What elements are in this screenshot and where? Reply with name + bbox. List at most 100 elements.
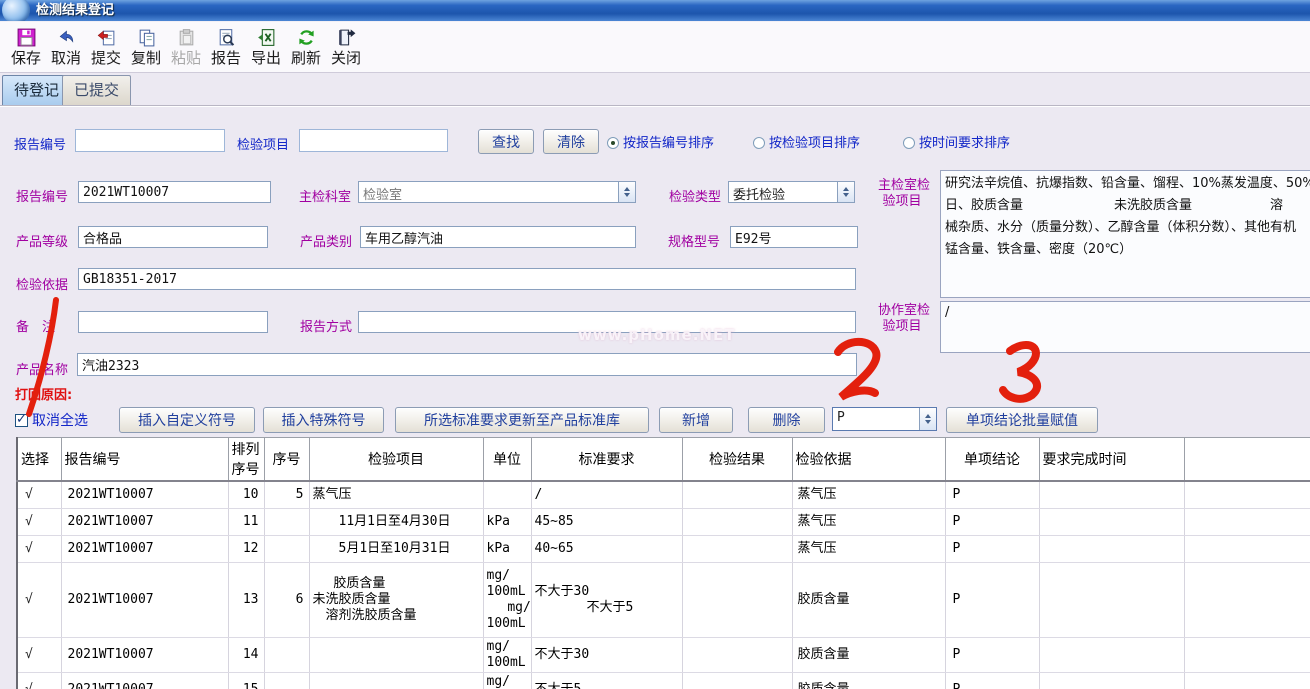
col-std[interactable]: 标准要求 [531,438,682,482]
uncheck-all-checkbox[interactable]: 取消全选 [15,410,88,430]
col-select[interactable]: 选择 [17,438,61,482]
cell-result[interactable] [682,672,792,689]
col-report-no[interactable]: 报告编号 [61,438,228,482]
cell-unit[interactable] [483,481,531,508]
cell-conclusion[interactable]: P [945,508,1039,535]
cell-order[interactable]: 12 [228,535,264,562]
cell-filler[interactable] [1184,481,1310,508]
cell-std[interactable]: 40~65 [531,535,682,562]
cell-item[interactable]: 胶质含量 未洗胶质含量 溶剂洗胶质含量 [309,562,483,637]
cell-result[interactable] [682,562,792,637]
cell-check[interactable]: √ [17,562,61,637]
main-dept-select[interactable]: 检验室 [358,181,636,203]
cell-std[interactable]: 45~85 [531,508,682,535]
col-conclusion[interactable]: 单项结论 [945,438,1039,482]
cell-conclusion[interactable]: P [945,672,1039,689]
cell-basis[interactable]: 胶质含量 [792,672,945,689]
cell-result[interactable] [682,637,792,672]
cell-basis[interactable]: 胶质含量 [792,562,945,637]
cell-filler[interactable] [1184,508,1310,535]
cell-order[interactable]: 14 [228,637,264,672]
cell-item[interactable] [309,672,483,689]
coop-items-textarea[interactable]: / [940,301,1310,353]
delete-button[interactable]: 删除 [748,407,825,433]
cell-check[interactable]: √ [17,637,61,672]
cell-check[interactable]: √ [17,508,61,535]
sort-by-report-no-radio[interactable]: 按报告编号排序 [607,132,714,151]
category-input[interactable] [360,226,636,248]
cell-order[interactable]: 11 [228,508,264,535]
cell-order[interactable]: 15 [228,672,264,689]
cell-item[interactable]: 11月1日至4月30日 [309,508,483,535]
col-item[interactable]: 检验项目 [309,438,483,482]
cell-std[interactable]: 不大于30 不大于5 [531,562,682,637]
cell-std[interactable]: 不大于30 [531,637,682,672]
cell-due[interactable] [1039,535,1184,562]
spec-input[interactable] [730,226,858,248]
conclusion-select[interactable]: P [832,407,937,431]
cell-report_no[interactable]: 2021WT10007 [61,637,228,672]
col-unit[interactable]: 单位 [483,438,531,482]
cell-due[interactable] [1039,562,1184,637]
cell-report_no[interactable]: 2021WT10007 [61,562,228,637]
cell-conclusion[interactable]: P [945,562,1039,637]
cell-result[interactable] [682,535,792,562]
cell-seq[interactable]: 6 [264,562,309,637]
cell-order[interactable]: 13 [228,562,264,637]
save-button[interactable]: 保存 [6,25,46,71]
refresh-button[interactable]: 刷新 [286,25,326,71]
copy-button[interactable]: 复制 [126,25,166,71]
spinner-icon[interactable] [837,182,854,202]
col-result[interactable]: 检验结果 [682,438,792,482]
col-order[interactable]: 排列 序号 [228,438,264,482]
cell-due[interactable] [1039,672,1184,689]
cell-unit[interactable]: mg/ 100mL mg/ 100mL [483,562,531,637]
search-report-no-input[interactable] [75,129,225,152]
clear-button[interactable]: 清除 [543,129,599,154]
cell-report_no[interactable]: 2021WT10007 [61,672,228,689]
export-button[interactable]: 导出 [246,25,286,71]
cell-seq[interactable]: 5 [264,481,309,508]
cell-filler[interactable] [1184,562,1310,637]
cell-unit[interactable]: kPa [483,508,531,535]
report-button[interactable]: 报告 [206,25,246,71]
cell-report_no[interactable]: 2021WT10007 [61,508,228,535]
sort-by-item-radio[interactable]: 按检验项目排序 [753,132,860,151]
cell-report_no[interactable]: 2021WT10007 [61,535,228,562]
cell-filler[interactable] [1184,637,1310,672]
cell-unit[interactable]: mg/ 100mL [483,637,531,672]
cell-filler[interactable] [1184,535,1310,562]
cell-filler[interactable] [1184,672,1310,689]
cell-std[interactable]: 不大于5 [531,672,682,689]
paste-button[interactable]: 粘贴 [166,25,206,71]
product-name-input[interactable] [77,353,857,376]
cell-check[interactable]: √ [17,535,61,562]
cell-order[interactable]: 10 [228,481,264,508]
cell-seq[interactable] [264,508,309,535]
cell-basis[interactable]: 胶质含量 [792,637,945,672]
close-button[interactable]: 关闭 [326,25,366,71]
cell-unit[interactable]: kPa [483,535,531,562]
cell-check[interactable]: √ [17,672,61,689]
col-basis[interactable]: 检验依据 [792,438,945,482]
col-seq[interactable]: 序号 [264,438,309,482]
update-standard-button[interactable]: 所选标准要求更新至产品标准库 [395,407,649,433]
cell-due[interactable] [1039,508,1184,535]
cell-conclusion[interactable]: P [945,637,1039,672]
cell-result[interactable] [682,508,792,535]
spinner-icon[interactable] [618,182,635,202]
tab-submitted[interactable]: 已提交 [62,75,131,105]
insert-special-symbol-button[interactable]: 插入特殊符号 [263,407,384,433]
cell-std[interactable]: / [531,481,682,508]
cell-conclusion[interactable]: P [945,535,1039,562]
basis-input[interactable] [78,268,856,290]
cell-check[interactable]: √ [17,481,61,508]
spinner-icon[interactable] [919,408,936,430]
cell-conclusion[interactable]: P [945,481,1039,508]
tab-pending[interactable]: 待登记 [2,75,71,105]
cell-basis[interactable]: 蒸气压 [792,508,945,535]
cell-due[interactable] [1039,637,1184,672]
cell-basis[interactable]: 蒸气压 [792,535,945,562]
cell-unit[interactable]: mg/ 100mL [483,672,531,689]
cell-due[interactable] [1039,481,1184,508]
